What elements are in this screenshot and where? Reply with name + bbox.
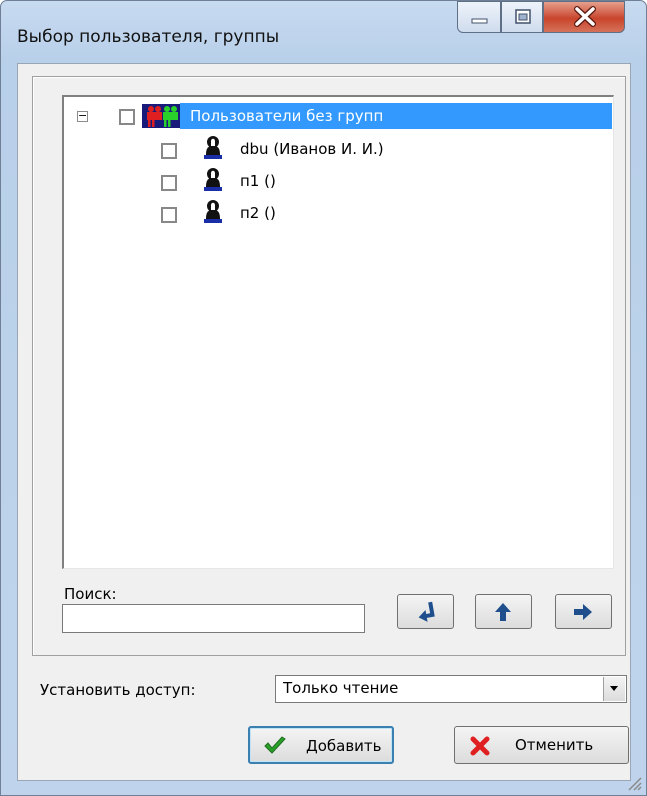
arrow-down-left-icon: [418, 601, 435, 622]
collapse-expander[interactable]: −: [77, 110, 88, 122]
move-up-button[interactable]: [475, 594, 532, 629]
users-group-icon: [142, 104, 180, 128]
checkmark-icon: [264, 736, 286, 754]
users-tree[interactable]: − Пользователи без групп dbu (Иванов И. …: [62, 95, 614, 569]
dropdown-button[interactable]: [603, 677, 625, 701]
user-checkbox-dbu[interactable]: [161, 143, 177, 159]
add-button[interactable]: Добавить: [248, 726, 394, 764]
user-checkbox-p1[interactable]: [161, 175, 177, 191]
close-button[interactable]: [543, 1, 625, 33]
title-bar[interactable]: Выбор пользователя, группы: [1, 1, 646, 63]
user-label-p2[interactable]: п2 (): [240, 204, 276, 228]
access-label: Установить доступ:: [40, 681, 196, 699]
close-icon: [574, 6, 596, 27]
search-input[interactable]: [62, 604, 365, 633]
move-right-button[interactable]: [555, 594, 612, 629]
access-select-value: Только чтение: [283, 679, 399, 697]
user-checkbox-p2[interactable]: [161, 207, 177, 223]
minimize-button[interactable]: [457, 1, 501, 33]
maximize-icon: [515, 9, 531, 24]
resize-grip-icon[interactable]: [626, 775, 642, 791]
arrow-up-icon: [495, 603, 511, 621]
maximize-button[interactable]: [501, 1, 543, 33]
group-checkbox[interactable]: [119, 109, 135, 125]
window-title: Выбор пользователя, группы: [17, 27, 280, 47]
user-icon: [204, 200, 222, 223]
user-icon: [204, 136, 222, 159]
user-label-dbu[interactable]: dbu (Иванов И. И.): [240, 140, 384, 164]
search-label: Поиск:: [64, 585, 117, 603]
arrow-right-icon: [574, 604, 592, 620]
chevron-down-icon: [610, 686, 618, 691]
group-label[interactable]: Пользователи без групп: [190, 107, 383, 131]
access-select[interactable]: Только чтение: [275, 675, 627, 703]
dialog-window: Выбор пользователя, группы − Пользовател…: [0, 0, 647, 796]
cancel-button-label: Отменить: [515, 736, 594, 754]
user-label-p1[interactable]: п1 (): [240, 172, 276, 196]
add-button-label: Добавить: [306, 737, 382, 755]
move-down-left-button[interactable]: [397, 594, 454, 629]
minimize-icon: [471, 18, 488, 24]
user-icon: [204, 168, 222, 191]
cancel-x-icon: [470, 736, 490, 756]
cancel-button[interactable]: Отменить: [454, 726, 629, 764]
